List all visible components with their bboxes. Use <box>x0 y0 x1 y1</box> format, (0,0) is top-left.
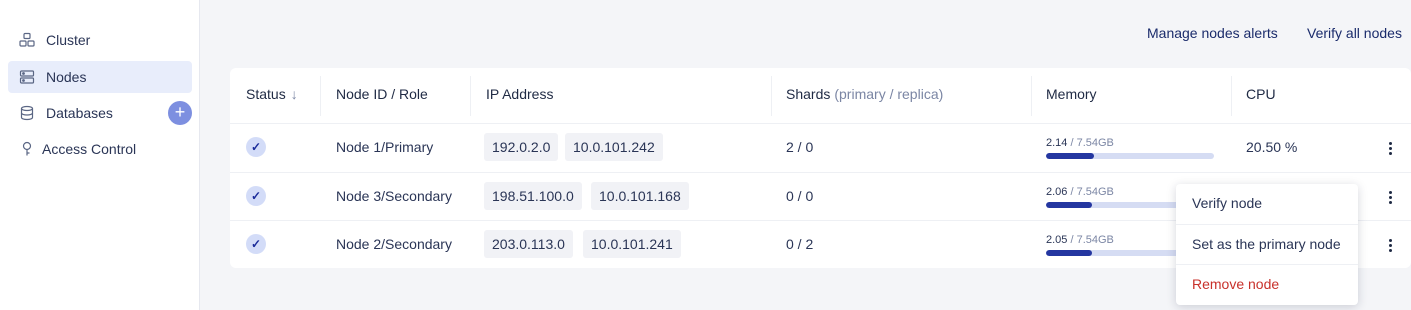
ip-internal: 10.0.101.168 <box>591 182 689 210</box>
menu-item-remove-node[interactable]: Remove node <box>1192 276 1279 292</box>
column-header-label: Shards <box>786 86 831 102</box>
sidebar-item-label: Cluster <box>46 32 91 48</box>
status-ok-icon: ✓ <box>246 186 266 206</box>
memory-bar-fill <box>1046 153 1094 159</box>
row-divider <box>230 123 1411 124</box>
memory-used: 2.14 <box>1046 137 1068 149</box>
verify-all-nodes-link[interactable]: Verify all nodes <box>1307 25 1402 41</box>
column-divider <box>1031 76 1032 116</box>
more-actions-icon[interactable] <box>1383 235 1397 255</box>
row-divider <box>230 172 1411 173</box>
ip-internal: 10.0.101.241 <box>583 230 681 258</box>
ip-external: 198.51.100.0 <box>484 182 582 210</box>
memory-bar-fill <box>1046 202 1092 208</box>
sidebar-item-databases[interactable]: Databases <box>8 97 158 129</box>
node-role: Node 2/Secondary <box>336 236 452 252</box>
more-actions-icon[interactable] <box>1383 187 1397 207</box>
column-divider <box>320 76 321 116</box>
nodes-icon <box>18 68 36 86</box>
shards-value: 0 / 0 <box>786 188 814 204</box>
column-header-memory: Memory <box>1046 86 1097 102</box>
column-header-label: Memory <box>1046 86 1097 102</box>
shards-value: 2 / 0 <box>786 139 814 155</box>
column-header-label: CPU <box>1246 86 1276 102</box>
ip-external: 192.0.2.0 <box>484 133 559 161</box>
column-divider <box>470 76 471 116</box>
more-actions-icon[interactable] <box>1383 138 1397 158</box>
column-header-node: Node ID / Role <box>336 86 428 102</box>
memory-bar <box>1046 153 1214 159</box>
memory-bar-fill <box>1046 250 1092 256</box>
sidebar-item-nodes[interactable]: Nodes <box>8 61 192 93</box>
manage-nodes-alerts-link[interactable]: Manage nodes alerts <box>1147 25 1278 41</box>
column-header-label: IP Address <box>486 86 554 102</box>
column-header-status[interactable]: Status ↓ <box>246 86 298 102</box>
sidebar-item-cluster[interactable]: Cluster <box>8 24 192 56</box>
memory-total: / 7.54GB <box>1067 186 1114 198</box>
node-role: Node 3/Secondary <box>336 188 452 204</box>
memory-total: / 7.54GB <box>1067 234 1114 246</box>
ip-external: 203.0.113.0 <box>484 230 573 258</box>
cpu-value: 20.50 % <box>1246 139 1298 155</box>
sidebar-item-label: Databases <box>46 105 113 121</box>
menu-item-set-primary[interactable]: Set as the primary node <box>1192 236 1341 252</box>
memory-total: / 7.54GB <box>1067 137 1114 149</box>
database-icon <box>18 104 36 122</box>
status-ok-icon: ✓ <box>246 137 266 157</box>
column-header-shards: Shards (primary / replica) <box>786 86 943 102</box>
column-divider <box>771 76 772 116</box>
column-header-label: Node ID / Role <box>336 86 428 102</box>
node-actions-menu: Verify node Set as the primary node Remo… <box>1176 184 1358 305</box>
status-ok-icon: ✓ <box>246 234 266 254</box>
memory-label: 2.06 / 7.54GB <box>1046 186 1114 198</box>
memory-used: 2.06 <box>1046 186 1068 198</box>
menu-divider <box>1176 224 1358 225</box>
sort-down-icon: ↓ <box>290 86 298 102</box>
memory-label: 2.05 / 7.54GB <box>1046 234 1114 246</box>
sidebar-item-label: Nodes <box>46 69 87 85</box>
key-icon <box>18 140 36 158</box>
column-header-cpu: CPU <box>1246 86 1276 102</box>
sidebar-item-access-control[interactable]: Access Control <box>8 133 192 165</box>
menu-pointer <box>1357 237 1364 251</box>
shards-value: 0 / 2 <box>786 236 814 252</box>
ip-internal: 10.0.101.242 <box>565 133 663 161</box>
sidebar: Cluster Nodes Databases + Access Control <box>0 0 200 310</box>
column-header-label: Status <box>246 86 286 102</box>
sidebar-item-label: Access Control <box>42 141 137 157</box>
add-database-button[interactable]: + <box>168 101 192 125</box>
menu-divider <box>1176 264 1358 265</box>
node-role: Node 1/Primary <box>336 139 434 155</box>
column-divider <box>1231 76 1232 116</box>
column-header-ip: IP Address <box>486 86 553 102</box>
memory-used: 2.05 <box>1046 234 1068 246</box>
cluster-icon <box>18 31 36 49</box>
menu-item-verify-node[interactable]: Verify node <box>1192 195 1262 211</box>
memory-label: 2.14 / 7.54GB <box>1046 137 1114 149</box>
column-header-sublabel: (primary / replica) <box>834 86 944 102</box>
